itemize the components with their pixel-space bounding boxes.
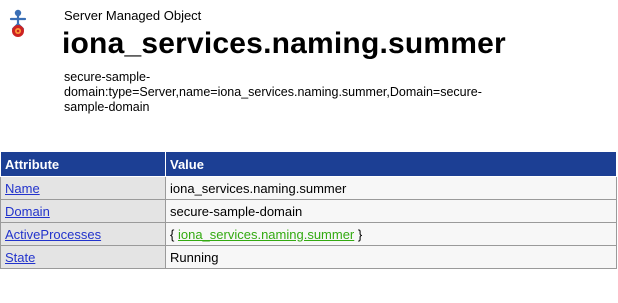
- value-cell: secure-sample-domain: [165, 199, 617, 223]
- table-header-row: Attribute Value: [0, 151, 617, 177]
- object-name: secure-sample- domain:type=Server,name=i…: [64, 70, 612, 115]
- object-name-line: secure-sample-: [64, 70, 151, 84]
- table-row: ActiveProcesses { iona_services.naming.s…: [0, 222, 617, 246]
- attribute-link-name[interactable]: Name: [5, 181, 40, 196]
- attribute-cell: ActiveProcesses: [0, 222, 166, 246]
- table-row: Domain secure-sample-domain: [0, 199, 617, 223]
- object-name-line: sample-domain: [64, 100, 150, 114]
- object-name-line: domain:type=Server,name=iona_services.na…: [64, 85, 482, 99]
- object-header: Server Managed Object iona_services.nami…: [0, 0, 618, 130]
- attribute-table: Attribute Value Name iona_services.namin…: [0, 151, 617, 269]
- value-cell: { iona_services.naming.summer }: [165, 222, 617, 246]
- attribute-cell: Name: [0, 176, 166, 200]
- attribute-link-activeprocesses[interactable]: ActiveProcesses: [5, 227, 101, 242]
- server-person-icon: [9, 9, 27, 37]
- value-cell: iona_services.naming.summer: [165, 176, 617, 200]
- process-link[interactable]: iona_services.naming.summer: [178, 227, 354, 242]
- brace-open: {: [170, 226, 178, 242]
- attribute-cell: Domain: [0, 199, 166, 223]
- attribute-link-state[interactable]: State: [5, 250, 35, 265]
- attribute-cell: State: [0, 245, 166, 269]
- attribute-link-domain[interactable]: Domain: [5, 204, 50, 219]
- value-cell: Running: [165, 245, 617, 269]
- page-title: iona_services.naming.summer: [62, 27, 506, 60]
- column-header-attribute: Attribute: [0, 151, 166, 177]
- object-type-label: Server Managed Object: [64, 8, 202, 23]
- table-row: Name iona_services.naming.summer: [0, 176, 617, 200]
- brace-close: }: [354, 226, 363, 242]
- table-row: State Running: [0, 245, 617, 269]
- column-header-value: Value: [165, 151, 617, 177]
